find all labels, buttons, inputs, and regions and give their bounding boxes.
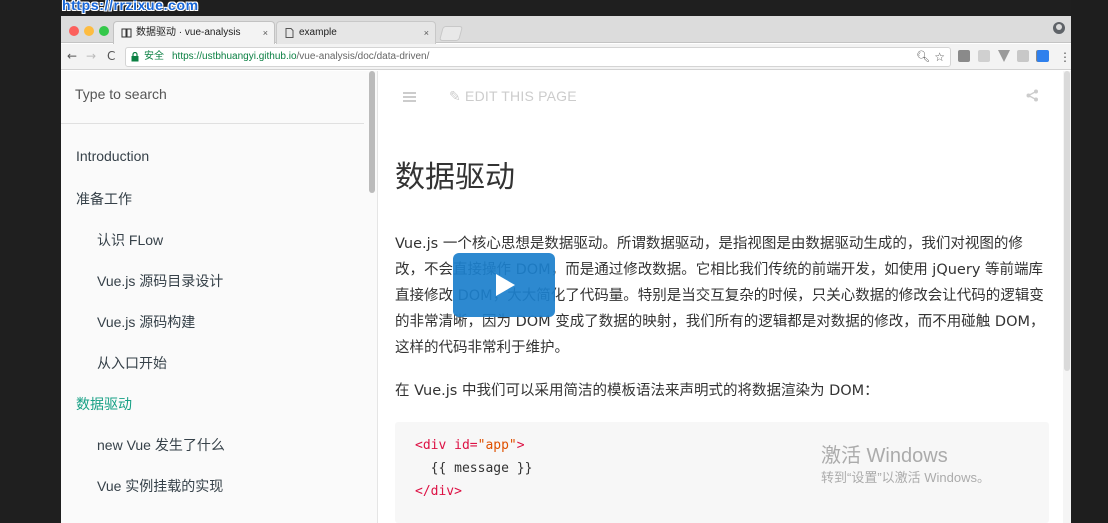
- zoom-icon[interactable]: 🔍︎: [916, 48, 930, 66]
- url-field[interactable]: 安全 https://ustbhuangyi.github.io/vue-ana…: [125, 47, 951, 67]
- scrollbar-thumb[interactable]: [1064, 71, 1070, 371]
- extension-icon[interactable]: [998, 50, 1010, 62]
- page-title: 数据驱动: [395, 160, 515, 195]
- edit-icon: ✎: [449, 88, 466, 104]
- menu-toggle-icon[interactable]: [403, 92, 416, 102]
- windows-activation-subtitle: 转到“设置”以激活 Windows。: [821, 470, 991, 485]
- back-button[interactable]: ←: [67, 48, 77, 64]
- code-line: <div id="app">: [415, 434, 1049, 457]
- screen: 数据驱动 · vue-analysis × example × ← → C 安全…: [0, 0, 1108, 523]
- code-attr: id=: [446, 438, 478, 453]
- lock-icon: [131, 52, 139, 62]
- book-icon: [121, 28, 132, 38]
- extension-icon[interactable]: [958, 50, 970, 62]
- divider: [61, 123, 364, 124]
- url-text: https://ustbhuangyi.github.io/vue-analys…: [172, 48, 429, 66]
- search-input[interactable]: Type to search: [75, 86, 167, 102]
- code-tag: >: [516, 438, 525, 453]
- tab-close-icon[interactable]: ×: [263, 22, 268, 44]
- template-paragraph: 在 Vue.js 中我们可以采用简洁的模板语法来声明式的将数据渲染为 DOM：: [395, 383, 879, 399]
- site-watermark: https://rrzixue.com: [62, 0, 199, 13]
- tab-title: 数据驱动 · vue-analysis: [136, 27, 241, 38]
- edit-page-button[interactable]: ✎ EDIT THIS PAGE: [449, 88, 577, 105]
- sidebar-item-new-vue[interactable]: new Vue 发生了什么: [97, 435, 225, 455]
- code-string: "app": [477, 438, 517, 453]
- sidebar-item-flow[interactable]: 认识 FLow: [97, 230, 163, 250]
- sidebar: Type to search Introduction 准备工作 认识 FLow…: [61, 71, 378, 523]
- scrollbar[interactable]: [369, 71, 375, 193]
- extension-icon[interactable]: [1017, 50, 1029, 62]
- sidebar-item-data-driven[interactable]: 数据驱动: [76, 394, 132, 414]
- sidebar-item-build[interactable]: Vue.js 源码构建: [97, 312, 195, 332]
- menu-dots-icon[interactable]: ⋮: [1059, 49, 1071, 65]
- tab-example[interactable]: example ×: [276, 21, 436, 44]
- sidebar-item-preparation[interactable]: 准备工作: [76, 189, 132, 209]
- extension-icon[interactable]: [978, 50, 990, 62]
- play-button[interactable]: [453, 253, 555, 317]
- secure-label: 安全: [144, 51, 164, 62]
- scrollbar[interactable]: [1063, 71, 1071, 523]
- sidebar-item-mount[interactable]: Vue 实例挂载的实现: [97, 476, 223, 496]
- bookmark-star-icon[interactable]: ☆: [934, 48, 945, 66]
- edit-label: EDIT THIS PAGE: [465, 88, 577, 104]
- maximize-window-button[interactable]: [99, 26, 109, 36]
- close-window-button[interactable]: [69, 26, 79, 36]
- letterbox: [1071, 0, 1108, 523]
- sidebar-item-introduction[interactable]: Introduction: [76, 148, 149, 164]
- share-icon[interactable]: [1026, 89, 1039, 102]
- url-origin: https://ustbhuangyi.github.io: [172, 51, 297, 62]
- url-path: /vue-analysis/doc/data-driven/: [296, 51, 430, 62]
- new-tab-button[interactable]: [438, 26, 464, 41]
- extension-icon[interactable]: [1037, 50, 1049, 62]
- tab-close-icon[interactable]: ×: [424, 22, 429, 44]
- minimize-window-button[interactable]: [84, 26, 94, 36]
- sidebar-item-directory[interactable]: Vue.js 源码目录设计: [97, 271, 223, 291]
- profile-icon[interactable]: [1053, 22, 1065, 34]
- tab-title: example: [299, 27, 337, 38]
- tab-data-driven[interactable]: 数据驱动 · vue-analysis ×: [113, 21, 275, 44]
- tab-bar: 数据驱动 · vue-analysis × example ×: [61, 16, 1071, 44]
- sidebar-item-entry[interactable]: 从入口开始: [97, 353, 167, 373]
- windows-activation-title: 激活 Windows: [821, 445, 948, 467]
- address-bar: ← → C 安全 https://ustbhuangyi.github.io/v…: [61, 44, 1071, 70]
- code-tag: <div: [415, 438, 447, 453]
- forward-button[interactable]: →: [86, 48, 96, 64]
- document-icon: [285, 28, 294, 38]
- reload-button[interactable]: C: [107, 48, 115, 64]
